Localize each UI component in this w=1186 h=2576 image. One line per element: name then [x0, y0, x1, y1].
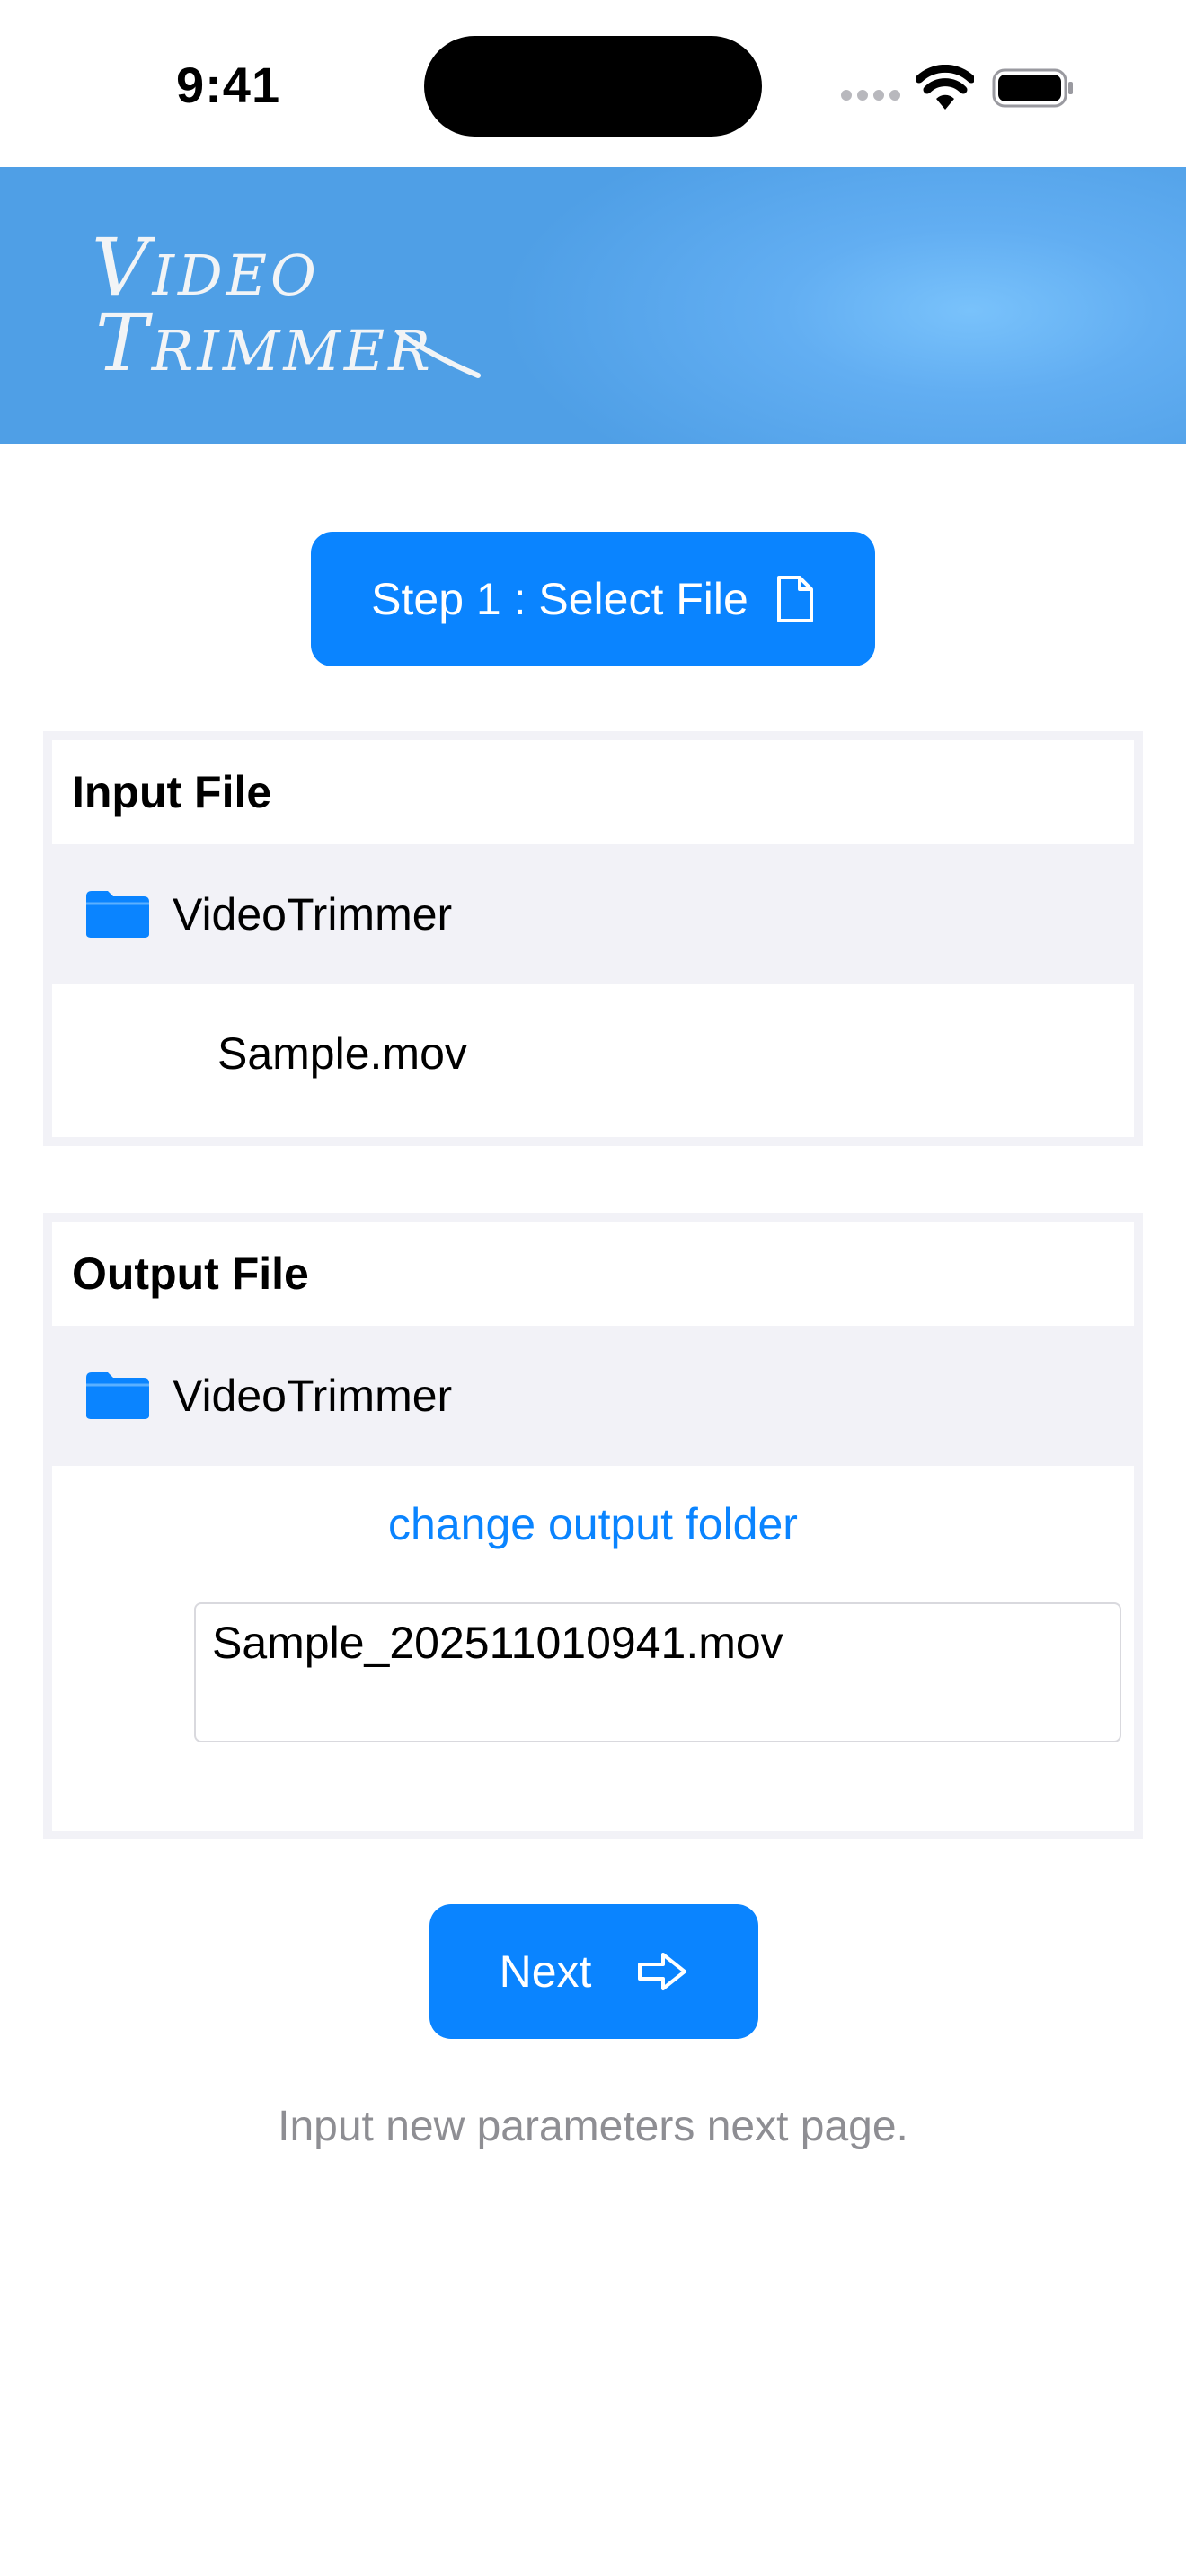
select-file-label: Step 1 : Select File [371, 574, 748, 624]
output-folder-row[interactable]: VideoTrimmer [52, 1326, 1134, 1466]
title-flourish-icon [396, 330, 481, 378]
app-title-line1: Video [92, 221, 320, 313]
output-folder-name: VideoTrimmer [173, 1371, 453, 1421]
cellular-signal-icon [841, 90, 904, 102]
status-bar: 9:41 [0, 0, 1186, 167]
status-time: 9:41 [176, 57, 281, 113]
app-title: Video Trimmer [86, 221, 434, 389]
app-title-line2: Trimmer [95, 296, 434, 389]
input-file-panel: Input File VideoTrimmer Sample.mov [43, 731, 1143, 1146]
folder-icon [86, 891, 149, 938]
input-file-name: Sample.mov [217, 1028, 467, 1079]
select-file-button[interactable]: Step 1 : Select File [311, 532, 875, 666]
folder-icon [86, 1372, 149, 1419]
input-file-header: Input File [72, 767, 272, 817]
battery-icon [992, 68, 1073, 108]
document-icon [776, 576, 813, 622]
output-file-name-field[interactable]: Sample_202511010941.mov [194, 1602, 1121, 1742]
change-output-folder-link[interactable]: change output folder [52, 1498, 1134, 1550]
next-label: Next [499, 1946, 592, 1997]
wifi-icon [916, 65, 974, 110]
next-button[interactable]: Next [429, 1904, 758, 2039]
output-file-panel: Output File VideoTrimmer change output f… [43, 1213, 1143, 1839]
arrow-right-icon [638, 1953, 687, 1990]
input-folder-name: VideoTrimmer [173, 889, 453, 940]
hint-text: Input new parameters next page. [278, 2103, 908, 2150]
dynamic-island [424, 36, 762, 137]
output-file-header: Output File [72, 1248, 309, 1299]
app-banner: Video Trimmer [0, 167, 1186, 444]
input-folder-row[interactable]: VideoTrimmer [52, 844, 1134, 984]
